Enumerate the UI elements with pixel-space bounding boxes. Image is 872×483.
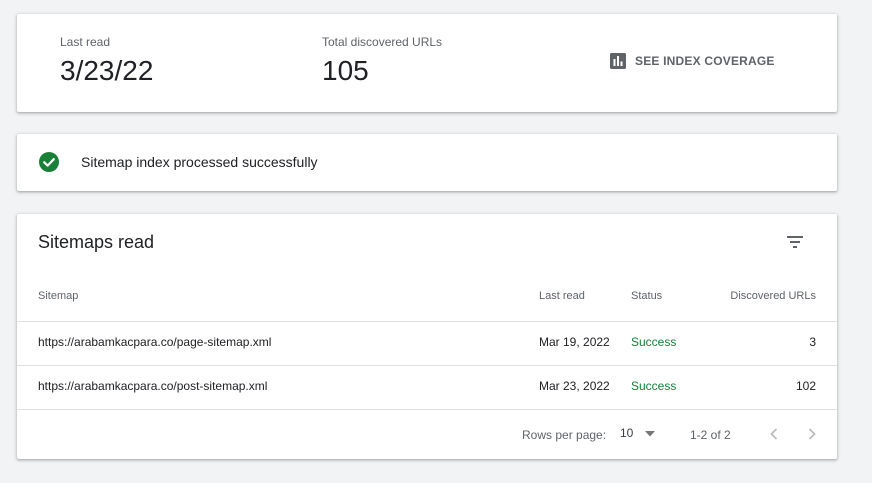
pagination-bar: Rows per page: 10 1-2 of 2 [17, 409, 837, 459]
filter-icon[interactable] [783, 230, 807, 259]
last-read-label: Last read [60, 35, 111, 49]
column-header-sitemap[interactable]: Sitemap [38, 290, 78, 302]
status-card: Sitemap index processed successfully [17, 134, 837, 191]
dropdown-arrow-icon [645, 424, 656, 442]
sitemaps-table-card: Sitemaps read Sitemap Last read Status D… [17, 214, 837, 459]
chevron-left-icon[interactable] [762, 422, 786, 451]
total-urls-value: 105 [322, 55, 369, 86]
last-read-date: Mar 19, 2022 [539, 335, 610, 349]
rows-per-page-select[interactable]: 10 [620, 424, 656, 442]
status-text: Success [631, 335, 677, 349]
pagination-range: 1-2 of 2 [690, 428, 731, 442]
table-title: Sitemaps read [38, 232, 155, 252]
total-urls-stat: Total discovered URLs 105 [322, 35, 442, 87]
sitemap-url: https://arabamkacpara.co/post-sitemap.xm… [38, 379, 268, 393]
see-index-coverage-label: SEE INDEX COVERAGE [635, 54, 775, 68]
sitemap-url: https://arabamkacpara.co/page-sitemap.xm… [38, 335, 272, 349]
summary-card: Last read 3/23/22 Total discovered URLs … [17, 14, 837, 112]
discovered-urls-count: 102 [795, 379, 816, 393]
check-circle-icon [39, 152, 59, 177]
rows-per-page-label: Rows per page: [522, 428, 607, 442]
last-read-value: 3/23/22 [60, 55, 154, 86]
chevron-right-icon[interactable] [800, 422, 824, 451]
rows-per-page-value: 10 [620, 426, 634, 440]
column-header-discovered-urls[interactable]: Discovered URLs [730, 290, 816, 302]
discovered-urls-count: 3 [809, 335, 816, 349]
last-read-stat: Last read 3/23/22 [60, 35, 153, 87]
status-message: Sitemap index processed successfully [81, 154, 318, 170]
last-read-date: Mar 23, 2022 [539, 379, 610, 393]
column-header-status[interactable]: Status [631, 290, 662, 302]
total-urls-label: Total discovered URLs [322, 35, 443, 49]
table-row[interactable]: https://arabamkacpara.co/page-sitemap.xm… [17, 321, 837, 365]
column-header-last-read[interactable]: Last read [539, 290, 585, 302]
bar-chart-icon [609, 52, 627, 70]
table-row[interactable]: https://arabamkacpara.co/post-sitemap.xm… [17, 365, 837, 409]
status-text: Success [631, 379, 677, 393]
see-index-coverage-button[interactable]: SEE INDEX COVERAGE [609, 52, 775, 70]
